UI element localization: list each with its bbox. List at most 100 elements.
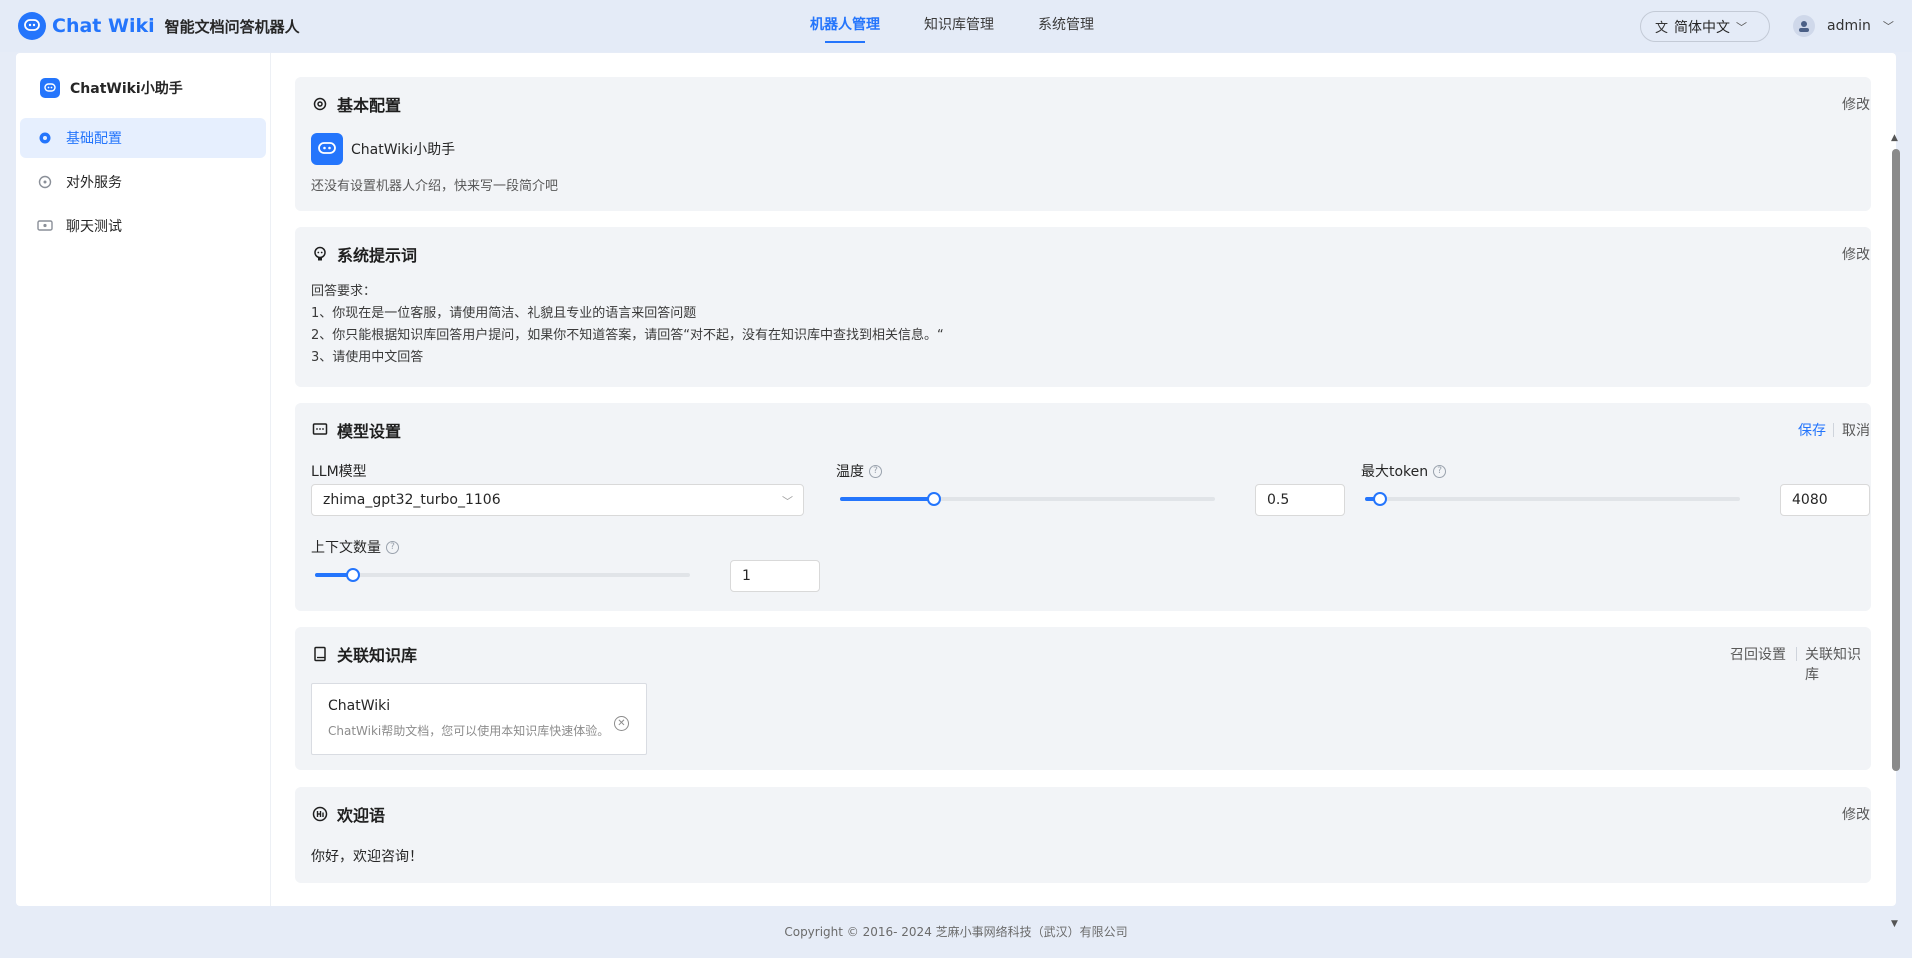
language-switcher[interactable]: 文 简体中文 ﹀ <box>1640 11 1770 42</box>
slider-track <box>840 497 934 501</box>
divider <box>1796 647 1797 661</box>
avatar <box>1793 15 1815 37</box>
divider <box>1833 423 1834 437</box>
card-title: 欢迎语 <box>311 803 385 825</box>
card-title-text: 系统提示词 <box>337 246 418 265</box>
bulb-icon <box>311 245 329 263</box>
basic-config-card: 基本配置 修改 ChatWiki小助手 还没有设置机器人介绍，快来写一段简介吧 <box>295 77 1871 211</box>
hi-icon <box>311 805 329 823</box>
chatwiki-logo-icon <box>18 12 46 40</box>
context-count-slider[interactable] <box>315 565 690 585</box>
link-knowledge-button[interactable]: 关联知识库 <box>1805 644 1871 684</box>
card-title-text: 基本配置 <box>337 96 402 115</box>
bot-intro: 还没有设置机器人介绍，快来写一段简介吧 <box>311 179 559 194</box>
context-count-input[interactable]: 1 <box>730 560 820 592</box>
slider-rail <box>315 573 690 577</box>
app-logo[interactable]: Chat Wiki 智能文档问答机器人 <box>18 12 300 40</box>
sidebar-bot-name: ChatWiki小助手 <box>70 81 183 97</box>
help-icon[interactable]: ? <box>1433 464 1447 478</box>
card-title: 关联知识库 <box>311 643 417 665</box>
bot-icon <box>311 133 343 165</box>
prompt-line: 3、请使用中文回答 <box>311 350 424 365</box>
edit-basic-button[interactable]: 修改 <box>1842 94 1870 114</box>
gear-icon <box>311 95 329 113</box>
logo-text: Chat Wiki <box>52 15 155 37</box>
context-count-label: 上下文数量 ? <box>311 537 399 557</box>
sidebar-item-basic-config[interactable]: 基础配置 <box>20 118 266 158</box>
slider-handle[interactable] <box>345 568 360 582</box>
card-title-text: 关联知识库 <box>337 646 418 665</box>
config-content: 基本配置 修改 ChatWiki小助手 还没有设置机器人介绍，快来写一段简介吧 … <box>295 77 1871 883</box>
recall-settings-button[interactable]: 召回设置 <box>1730 644 1786 664</box>
max-token-input[interactable]: 4080 <box>1780 484 1870 516</box>
system-prompt-card: 系统提示词 修改 回答要求： 1、你现在是一位客服，请使用简洁、礼貌且专业的语言… <box>295 227 1871 387</box>
llm-model-label: LLM模型 <box>311 461 367 481</box>
prompt-line: 1、你现在是一位客服，请使用简洁、礼貌且专业的语言来回答问题 <box>311 306 697 321</box>
main-shell: ChatWiki小助手 基础配置 对外服务 聊天测试 基本配置 修改 ChatW… <box>16 53 1900 929</box>
knowledge-item[interactable]: ChatWiki ChatWiki帮助文档，您可以使用本知识库快速体验。 ✕ <box>311 683 647 755</box>
welcome-card: 欢迎语 修改 你好，欢迎咨询！ <box>295 787 1871 883</box>
bot-identity: ChatWiki小助手 <box>311 133 455 165</box>
card-title-text: 欢迎语 <box>337 806 386 825</box>
knowledge-base-card: 关联知识库 召回设置 关联知识库 ChatWiki ChatWiki帮助文档，您… <box>295 627 1871 770</box>
footer-copyright: Copyright © 2016- 2024 芝麻小事网络科技（武汉）有限公司 <box>784 925 1128 939</box>
nav-robot-management[interactable]: 机器人管理 <box>810 0 880 52</box>
scroll-up-icon[interactable]: ▲ <box>1891 133 1898 143</box>
sidebar-bot-header: ChatWiki小助手 <box>40 77 183 99</box>
nav-knowledge-management[interactable]: 知识库管理 <box>924 0 994 52</box>
scrollbar-thumb[interactable] <box>1892 149 1900 771</box>
sidebar-menu: 基础配置 对外服务 聊天测试 <box>20 118 266 250</box>
slider-handle[interactable] <box>926 492 941 506</box>
slider-rail <box>1365 497 1740 501</box>
prompt-line: 回答要求： <box>311 284 377 299</box>
help-icon[interactable]: ? <box>869 464 882 478</box>
sidebar-item-chat-test[interactable]: 聊天测试 <box>20 206 266 246</box>
save-button[interactable]: 保存 <box>1798 420 1826 440</box>
card-title: 模型设置 <box>311 419 401 441</box>
input-value: 1 <box>742 568 751 584</box>
edit-welcome-button[interactable]: 修改 <box>1842 804 1870 824</box>
card-title: 基本配置 <box>311 93 401 115</box>
sidebar-item-label: 对外服务 <box>66 175 122 191</box>
nav-system-management[interactable]: 系统管理 <box>1038 0 1094 52</box>
chat-box-icon <box>311 421 329 439</box>
card-title-text: 模型设置 <box>337 422 402 441</box>
prompt-line: 2、你只能根据知识库回答用户提问，如果你不知道答案，请回答“对不起，没有在知识库… <box>311 328 944 343</box>
sidebar-item-label: 基础配置 <box>66 131 122 147</box>
edit-prompt-button[interactable]: 修改 <box>1842 244 1870 264</box>
temperature-input[interactable]: 0.5 <box>1255 484 1345 516</box>
chevron-down-icon: ﹀ <box>1736 20 1748 34</box>
main-nav: 机器人管理 知识库管理 系统管理 <box>810 0 1138 52</box>
book-icon <box>311 645 329 663</box>
knowledge-item-desc: ChatWiki帮助文档，您可以使用本知识库快速体验。 <box>328 724 610 738</box>
user-menu[interactable]: admin ﹀ <box>1793 13 1894 39</box>
user-name: admin <box>1827 18 1871 34</box>
max-token-slider[interactable] <box>1365 489 1740 509</box>
temperature-slider[interactable] <box>840 489 1215 509</box>
help-icon[interactable]: ? <box>386 540 399 554</box>
label-text: 最大token <box>1361 464 1429 480</box>
model-settings-card: 模型设置 保存 取消 LLM模型 zhima_gpt32_turbo_1106 … <box>295 403 1871 611</box>
app-subtitle: 智能文档问答机器人 <box>164 17 300 36</box>
sidebar: ChatWiki小助手 基础配置 对外服务 聊天测试 <box>16 53 271 906</box>
knowledge-item-name: ChatWiki <box>328 698 391 714</box>
chevron-down-icon: ﹀ <box>782 495 793 508</box>
slider-handle[interactable] <box>1373 492 1387 506</box>
bot-name: ChatWiki小助手 <box>351 142 456 158</box>
input-value: 4080 <box>1792 492 1828 508</box>
gear-icon <box>36 129 54 147</box>
close-icon[interactable]: ✕ <box>614 716 629 731</box>
sidebar-item-external-service[interactable]: 对外服务 <box>20 162 266 202</box>
temperature-label: 温度 ? <box>836 461 882 481</box>
chat-test-icon <box>36 217 54 235</box>
translate-icon: 文 <box>1655 21 1669 36</box>
card-title: 系统提示词 <box>311 243 417 265</box>
label-text: LLM模型 <box>311 464 367 480</box>
service-icon <box>36 173 54 191</box>
llm-model-select[interactable]: zhima_gpt32_turbo_1106 ﹀ <box>311 484 804 516</box>
content-scrollbar[interactable]: ▲ ▼ <box>1890 133 1902 933</box>
bot-icon <box>40 78 60 98</box>
prompt-text: 回答要求： 1、你现在是一位客服，请使用简洁、礼貌且专业的语言来回答问题 2、你… <box>311 281 944 369</box>
cancel-button[interactable]: 取消 <box>1842 420 1870 440</box>
welcome-message: 你好，欢迎咨询！ <box>311 849 423 865</box>
